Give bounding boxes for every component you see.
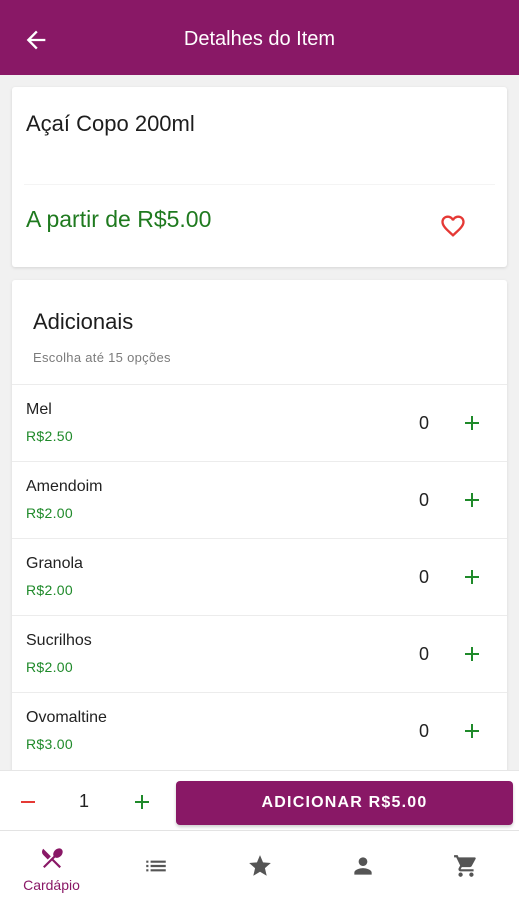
tab-list[interactable] xyxy=(104,831,207,900)
list-item: Amendoim R$2.00 0 xyxy=(12,461,507,538)
list-item: Granola R$2.00 0 xyxy=(12,538,507,615)
option-name: Ovomaltine xyxy=(26,709,107,726)
additions-title: Adicionais xyxy=(33,309,134,334)
option-quantity: 0 xyxy=(418,567,429,587)
option-price: R$2.50 xyxy=(26,428,73,444)
list-item: Ovomaltine R$3.00 0 xyxy=(12,692,507,769)
plus-icon[interactable] xyxy=(460,565,484,589)
tab-label: Cardápio xyxy=(23,877,80,893)
heart-outline-icon[interactable] xyxy=(438,212,468,240)
tab-cardapio[interactable]: Cardápio xyxy=(0,831,103,900)
utensils-icon xyxy=(41,848,63,869)
divider xyxy=(24,184,495,185)
plus-icon[interactable] xyxy=(460,719,484,743)
tab-favorites[interactable] xyxy=(208,831,311,900)
app-bar: Detalhes do Item xyxy=(0,0,519,75)
plus-icon[interactable] xyxy=(460,642,484,666)
option-price: R$2.00 xyxy=(26,659,73,675)
option-price: R$2.00 xyxy=(26,582,73,598)
option-name: Amendoim xyxy=(26,478,103,495)
item-name: Açaí Copo 200ml xyxy=(26,111,195,136)
star-icon xyxy=(249,855,271,876)
item-card: Açaí Copo 200ml A partir de R$5.00 xyxy=(12,87,507,267)
add-to-cart-button[interactable]: ADICIONAR R$5.00 xyxy=(176,781,513,825)
list-icon xyxy=(146,860,166,872)
option-price: R$3.00 xyxy=(26,736,73,752)
option-quantity: 0 xyxy=(418,644,429,664)
person-icon xyxy=(354,857,372,875)
option-price: R$2.00 xyxy=(26,505,73,521)
option-quantity: 0 xyxy=(418,721,429,741)
tab-cart[interactable] xyxy=(414,831,517,900)
cart-icon xyxy=(454,855,476,877)
plus-icon[interactable] xyxy=(460,411,484,435)
item-price: A partir de R$5.00 xyxy=(26,206,212,232)
bottom-navigation: Cardápio xyxy=(0,830,519,900)
additions-hint: Escolha até 15 opções xyxy=(33,350,171,365)
additions-card: Adicionais Escolha até 15 opções Mel R$2… xyxy=(12,280,507,780)
option-name: Granola xyxy=(26,555,83,572)
minus-icon[interactable] xyxy=(16,790,40,814)
option-name: Sucrilhos xyxy=(26,632,92,649)
tab-profile[interactable] xyxy=(311,831,414,900)
page-title: Detalhes do Item xyxy=(183,28,336,50)
list-item: Mel R$2.50 0 xyxy=(12,384,507,461)
option-quantity: 0 xyxy=(418,490,429,510)
option-name: Mel xyxy=(26,401,52,418)
order-quantity: 1 xyxy=(78,791,89,811)
option-quantity: 0 xyxy=(418,413,429,433)
order-bar: 1 ADICIONAR R$5.00 xyxy=(0,770,519,830)
plus-icon[interactable] xyxy=(460,488,484,512)
plus-icon[interactable] xyxy=(130,790,154,814)
list-item: Sucrilhos R$2.00 0 xyxy=(12,615,507,692)
